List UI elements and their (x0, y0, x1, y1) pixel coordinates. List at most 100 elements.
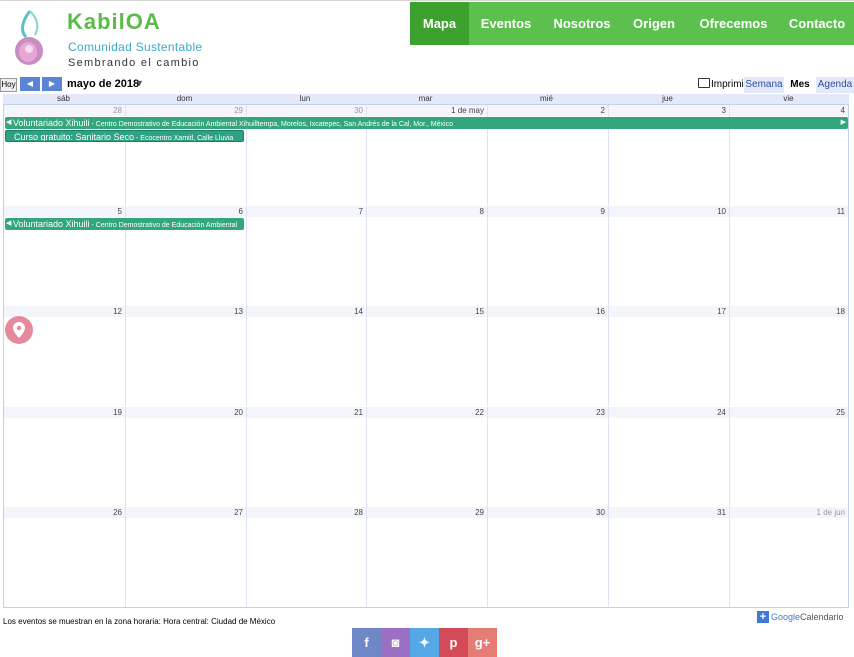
day-number[interactable]: 5 (4, 207, 122, 216)
day-cell[interactable] (4, 507, 125, 607)
day-cell[interactable] (729, 507, 848, 607)
chevron-down-icon[interactable]: ▼ (135, 78, 144, 88)
event-title: Curso gratuito: Sanitario Seco (14, 132, 135, 142)
day-number[interactable]: 29 (366, 508, 484, 517)
next-month-button[interactable]: ▶ (42, 77, 62, 91)
day-cell[interactable] (608, 306, 729, 406)
day-cell[interactable] (729, 406, 848, 507)
day-number[interactable]: 2 (487, 106, 605, 115)
day-cell[interactable] (487, 406, 608, 507)
day-number[interactable]: 29 (125, 106, 243, 115)
nav-item-origen[interactable]: Origen (621, 2, 687, 45)
day-cell[interactable] (729, 205, 848, 306)
facebook-icon[interactable]: f (352, 628, 381, 657)
prev-month-button[interactable]: ◀ (20, 77, 40, 91)
day-number[interactable]: 27 (125, 508, 243, 517)
embedded-calendar: Hoy ◀ ▶ mayo de 2018 ▼ Imprimir Semana M… (0, 76, 854, 628)
day-cell[interactable] (125, 406, 246, 507)
tab-semana[interactable]: Semana (744, 77, 784, 93)
day-cell[interactable] (366, 406, 487, 507)
day-number[interactable]: 14 (246, 307, 363, 316)
day-number[interactable]: 24 (608, 408, 726, 417)
day-number[interactable]: 28 (246, 508, 363, 517)
google-wordmark: Google (771, 611, 801, 622)
calendar-event[interactable]: ◀ Voluntariado Xihuili - Centro Demostrat… (5, 117, 848, 129)
continue-left-icon: ◀ (6, 219, 12, 227)
day-number[interactable]: 21 (246, 408, 363, 417)
day-number[interactable]: 28 (4, 106, 122, 115)
day-number[interactable]: 25 (729, 408, 845, 417)
nav-item-mapa[interactable]: Mapa (410, 2, 469, 45)
day-number[interactable]: 20 (125, 408, 243, 417)
day-cell[interactable] (246, 406, 366, 507)
day-number[interactable]: 4 (729, 106, 845, 115)
pinterest-icon[interactable]: p (439, 628, 468, 657)
day-cell[interactable] (366, 507, 487, 607)
day-cell[interactable] (487, 205, 608, 306)
day-cell[interactable] (729, 306, 848, 406)
day-number[interactable]: 1 de may (366, 106, 484, 115)
instagram-icon[interactable]: ◙ (381, 628, 410, 657)
calendar-event[interactable]: ◀ Voluntariado Xihuili - Centro Demostrat… (5, 217, 244, 230)
seedling-logo-icon[interactable] (8, 7, 52, 69)
day-number[interactable]: 18 (729, 307, 845, 316)
day-number[interactable]: 6 (125, 207, 243, 216)
event-title: Voluntariado Xihuili (13, 218, 90, 229)
day-number[interactable]: 16 (487, 307, 605, 316)
nav-item-nosotros[interactable]: Nosotros (543, 2, 621, 45)
today-button[interactable]: Hoy (0, 78, 17, 92)
google-calendar-button[interactable]: + Google Calendario (757, 609, 844, 624)
nav-item-eventos[interactable]: Eventos (469, 2, 543, 45)
print-button[interactable]: Imprimir (698, 78, 747, 90)
nav-item-contacto[interactable]: Contacto (780, 2, 854, 45)
day-number[interactable]: 15 (366, 307, 484, 316)
day-cell[interactable] (246, 205, 366, 306)
day-number[interactable]: 7 (246, 207, 363, 216)
day-cell[interactable] (487, 507, 608, 607)
day-number[interactable]: 30 (487, 508, 605, 517)
day-number[interactable]: 26 (4, 508, 122, 517)
day-number[interactable]: 3 (608, 106, 726, 115)
social-links: f ◙ ✦ p g+ (352, 628, 497, 657)
day-cell[interactable] (246, 306, 366, 406)
day-cell[interactable] (366, 306, 487, 406)
google-plus-icon[interactable]: g+ (468, 628, 497, 657)
day-number[interactable]: 19 (4, 408, 122, 417)
continue-right-icon: ▶ (840, 119, 846, 126)
weekday-label: mar (418, 94, 433, 103)
day-cell[interactable] (608, 507, 729, 607)
twitter-icon[interactable]: ✦ (410, 628, 439, 657)
day-number[interactable]: 31 (608, 508, 726, 517)
day-number[interactable]: 23 (487, 408, 605, 417)
day-cell[interactable] (246, 507, 366, 607)
day-number[interactable]: 11 (729, 207, 845, 216)
event-location: - Centro Demostrativo de Educación Ambie… (89, 121, 453, 128)
day-number[interactable]: 1 de jun (729, 508, 845, 517)
day-cell[interactable] (4, 407, 125, 507)
chevron-right-icon: ▶ (48, 79, 56, 88)
nav-item-ofrecemos[interactable]: Ofrecemos (687, 2, 780, 45)
day-number[interactable]: 9 (487, 207, 605, 216)
weekday-label: lun (299, 94, 311, 103)
day-number[interactable]: 10 (608, 207, 726, 216)
day-cell[interactable] (366, 205, 487, 306)
day-number[interactable]: 12 (4, 307, 122, 316)
day-number[interactable]: 13 (125, 307, 243, 316)
day-cell[interactable] (608, 406, 729, 507)
day-cell[interactable] (608, 205, 729, 306)
day-cell[interactable] (125, 306, 246, 406)
day-number[interactable]: 17 (608, 307, 726, 316)
map-pin-button[interactable] (5, 316, 33, 344)
day-number[interactable]: 30 (246, 106, 363, 115)
day-cell[interactable] (487, 306, 608, 406)
day-cell[interactable] (125, 507, 246, 607)
continue-left-icon: ◀ (6, 119, 12, 126)
tab-mes[interactable]: Mes (786, 77, 814, 93)
site-header: KabilOA Comunidad Sustentable Sembrando … (0, 0, 854, 77)
brand-title[interactable]: KabilOA (67, 9, 161, 35)
calendar-event[interactable]: Curso gratuito: Sanitario Seco - Ecocent… (5, 130, 244, 142)
event-location: - Centro Demostrativo de Educación Ambie… (89, 221, 238, 229)
day-number[interactable]: 22 (366, 408, 484, 417)
day-number[interactable]: 8 (366, 207, 484, 216)
tab-agenda[interactable]: Agenda (816, 77, 854, 93)
